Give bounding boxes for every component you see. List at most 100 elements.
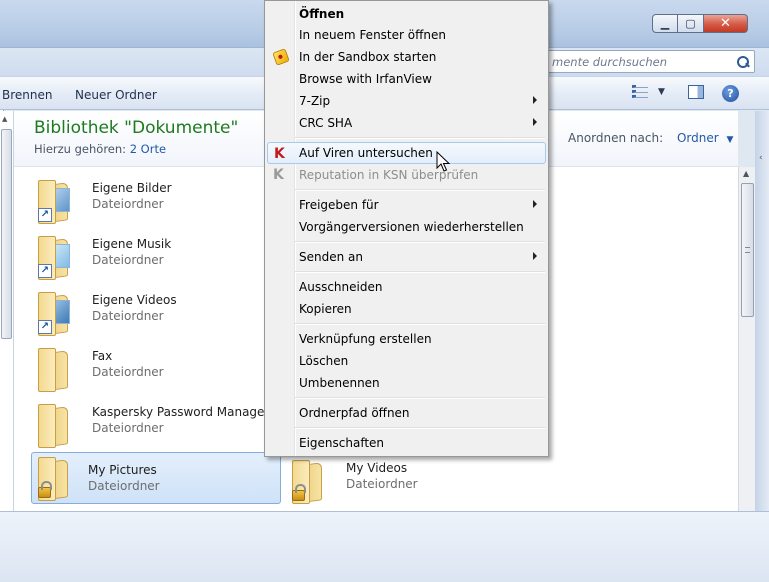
menu-item-label: In neuem Fenster öffnen: [299, 28, 446, 42]
menu-item-7zip[interactable]: 7-Zip: [267, 90, 546, 112]
item-type: Dateiordner: [346, 477, 418, 491]
minimize-button[interactable]: ▁: [652, 14, 678, 33]
menu-item-create-shortcut[interactable]: Verknüpfung erstellen: [267, 328, 546, 350]
menu-item-rename[interactable]: Umbenennen: [267, 372, 546, 394]
lock-icon: [292, 484, 306, 501]
menu-item-label: Senden an: [299, 250, 363, 264]
submenu-arrow-icon: [533, 118, 537, 126]
list-item[interactable]: ↗ Eigene Videos Dateiordner: [18, 287, 268, 339]
folder-icon: [38, 455, 74, 501]
menu-item-send-to[interactable]: Senden an: [267, 246, 546, 268]
preview-pane-icon: [688, 85, 704, 99]
mouse-cursor-icon: [436, 151, 450, 172]
menu-item-label: CRC SHA: [299, 116, 353, 130]
menu-item-open[interactable]: Öffnen: [267, 3, 546, 25]
includes-label: Hierzu gehören:: [34, 142, 127, 156]
folder-icon: [38, 402, 74, 448]
kaspersky-gray-icon: K: [273, 167, 284, 183]
pictures-folder-icon: ↗: [38, 178, 74, 224]
menu-item-cut[interactable]: Ausschneiden: [267, 276, 546, 298]
item-type: Dateiordner: [92, 365, 164, 379]
search-icon[interactable]: [736, 55, 750, 69]
menu-item-irfanview[interactable]: Browse with IrfanView: [267, 68, 546, 90]
arrange-by-dropdown[interactable]: Ordner: [677, 131, 719, 145]
chevron-left-icon[interactable]: ‹: [759, 153, 763, 163]
menu-item-delete[interactable]: Löschen: [267, 350, 546, 372]
menu-item-restore-versions[interactable]: Vorgängerversionen wiederherstellen: [267, 216, 546, 238]
search-placeholder: mente durchsuchen: [552, 54, 667, 69]
help-button[interactable]: ?: [722, 85, 739, 102]
menu-item-label: Verknüpfung erstellen: [299, 332, 432, 346]
includes-locations-link[interactable]: 2 Orte: [130, 142, 166, 156]
menu-separator: [295, 241, 545, 243]
item-name: Eigene Bilder: [92, 181, 172, 195]
list-item[interactable]: My Videos Dateiordner: [272, 455, 522, 507]
menu-item-open-folder-path[interactable]: Ordnerpfad öffnen: [267, 402, 546, 424]
scrollbar-thumb[interactable]: [741, 183, 754, 317]
sandboxie-icon: [272, 48, 290, 66]
menu-item-label: Kopieren: [299, 302, 352, 316]
menu-item-label: Reputation in KSN überprüfen: [299, 168, 479, 182]
videos-folder-icon: ↗: [38, 290, 74, 336]
menu-item-share-with[interactable]: Freigeben für: [267, 194, 546, 216]
menu-item-copy[interactable]: Kopieren: [267, 298, 546, 320]
chevron-down-icon: ▼: [658, 87, 665, 97]
help-icon: ?: [722, 85, 739, 102]
change-view-button[interactable]: ▼: [632, 85, 665, 99]
item-name: Kaspersky Password Manager: [92, 405, 270, 419]
list-item[interactable]: ↗ Eigene Musik Dateiordner: [18, 231, 268, 283]
item-type: Dateiordner: [92, 253, 164, 267]
menu-item-label: Eigenschaften: [299, 436, 385, 450]
menu-item-label: Öffnen: [299, 7, 345, 21]
library-includes: Hierzu gehören: 2 Orte: [34, 142, 166, 156]
menu-item-label: Ausschneiden: [299, 280, 383, 294]
list-item[interactable]: ↗ Eigene Bilder Dateiordner: [18, 175, 268, 227]
submenu-arrow-icon: [533, 252, 537, 260]
chevron-down-icon[interactable]: ▼: [726, 135, 733, 145]
item-name: My Pictures: [88, 463, 157, 477]
burn-button[interactable]: Brennen: [2, 88, 52, 102]
maximize-button[interactable]: ▢: [678, 14, 704, 33]
arrange-label: Anordnen nach:: [568, 131, 664, 145]
shortcut-arrow-icon: ↗: [38, 264, 52, 278]
vertical-scrollbar[interactable]: ▲: [738, 167, 755, 511]
menu-separator: [295, 323, 545, 325]
submenu-arrow-icon: [533, 200, 537, 208]
preview-pane-button[interactable]: [688, 85, 704, 99]
details-pane: [0, 511, 769, 582]
menu-separator: [295, 189, 545, 191]
item-name: Eigene Videos: [92, 293, 177, 307]
library-title: Bibliothek "Dokumente": [34, 118, 239, 138]
menu-item-sandbox[interactable]: In der Sandbox starten: [267, 46, 546, 68]
menu-item-open-new-window[interactable]: In neuem Fenster öffnen: [267, 24, 546, 46]
folder-icon: [38, 346, 74, 392]
new-folder-button[interactable]: Neuer Ordner: [75, 88, 157, 102]
item-name: Fax: [92, 349, 113, 363]
item-name: My Videos: [346, 461, 408, 475]
menu-item-label: Löschen: [299, 354, 349, 368]
item-type: Dateiordner: [88, 479, 160, 493]
menu-item-properties[interactable]: Eigenschaften: [267, 432, 546, 454]
menu-item-virus-scan[interactable]: K Auf Viren untersuchen: [267, 142, 546, 164]
list-item[interactable]: Kaspersky Password Manager Dateiordner: [18, 399, 270, 451]
menu-item-ksn-reputation[interactable]: K Reputation in KSN überprüfen: [267, 164, 546, 186]
menu-separator: [295, 397, 545, 399]
menu-item-label: Browse with IrfanView: [299, 72, 432, 86]
menu-item-label: Freigeben für: [299, 198, 379, 212]
menu-item-crc-sha[interactable]: CRC SHA: [267, 112, 546, 134]
folder-icon: [292, 458, 328, 504]
context-menu: Öffnen In neuem Fenster öffnen In der Sa…: [264, 0, 549, 457]
search-input[interactable]: mente durchsuchen: [545, 50, 755, 73]
navigation-scrollbar-thumb[interactable]: [1, 129, 12, 339]
scroll-up-icon[interactable]: ▲: [2, 115, 7, 123]
list-item[interactable]: My Pictures Dateiordner: [31, 452, 281, 504]
submenu-arrow-icon: [533, 96, 537, 104]
window-controls: ▁ ▢ ✕: [652, 14, 748, 34]
list-item[interactable]: Fax Dateiordner: [18, 343, 268, 395]
menu-item-label: Umbenennen: [299, 376, 380, 390]
close-button[interactable]: ✕: [704, 14, 748, 33]
kaspersky-icon: K: [274, 146, 285, 162]
scroll-up-icon[interactable]: ▲: [743, 169, 749, 178]
views-icon: [632, 85, 650, 99]
menu-separator: [295, 271, 545, 273]
